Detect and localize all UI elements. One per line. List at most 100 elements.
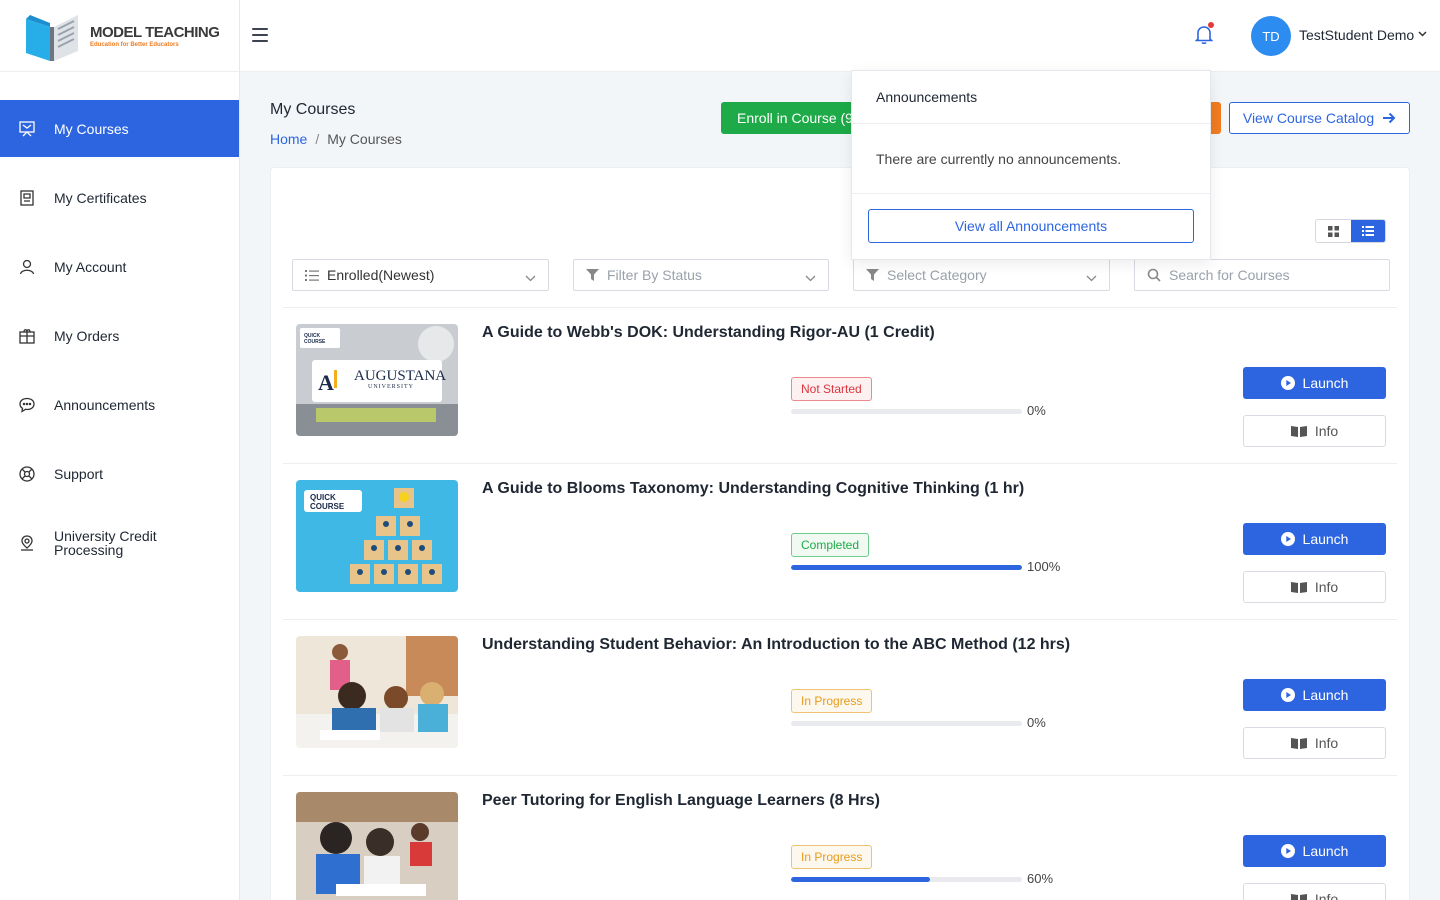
info-label: Info (1314, 891, 1339, 900)
progress-bar (791, 877, 1022, 882)
sort-select[interactable]: Enrolled(Newest) (292, 259, 549, 291)
course-title[interactable]: A Guide to Webb's DOK: Understanding Rig… (482, 324, 935, 342)
progress-percent: 100% (1027, 559, 1061, 574)
status-badge: In Progress (791, 689, 873, 713)
course-title[interactable]: Understanding Student Behavior: An Intro… (482, 636, 1070, 654)
chevron-down-icon (805, 269, 816, 285)
info-button[interactable]: Info (1243, 883, 1386, 900)
category-filter-placeholder: Select Category (887, 267, 987, 283)
list-view-button[interactable] (1350, 220, 1385, 242)
sidebar-item-announcements[interactable]: Announcements (0, 376, 239, 433)
course-title[interactable]: A Guide to Blooms Taxonomy: Understandin… (482, 480, 1024, 498)
chat-icon (18, 396, 36, 414)
list-icon (1361, 226, 1374, 236)
grid-view-button[interactable] (1316, 220, 1351, 242)
status-filter-select[interactable]: Filter By Status (573, 259, 829, 291)
book-open-icon (1290, 426, 1307, 437)
play-icon (1280, 376, 1295, 390)
info-button[interactable]: Info (1243, 727, 1386, 759)
progress-percent: 0% (1027, 715, 1046, 730)
breadcrumb-home-link[interactable]: Home (270, 131, 307, 147)
orders-icon (18, 327, 36, 345)
course-thumbnail[interactable]: A QUICK COURSE AUGUSTANA UNIVERSITY (296, 324, 458, 436)
notifications-bell-icon[interactable] (1194, 22, 1215, 46)
page-title: My Courses (270, 101, 356, 118)
course-thumbnail[interactable]: QUICK COURSE (296, 480, 458, 592)
view-all-announcements-button[interactable]: View all Announcements (868, 209, 1194, 243)
info-label: Info (1314, 423, 1339, 439)
view-toggle (1315, 219, 1386, 243)
course-thumbnail[interactable] (296, 636, 458, 748)
sidebar-item-label: Support (54, 465, 104, 482)
sidebar-item-label: My Account (54, 258, 127, 275)
course-row: Peer Tutoring for English Language Learn… (283, 776, 1397, 900)
search-icon (1147, 268, 1161, 282)
breadcrumb-current: My Courses (327, 131, 402, 147)
breadcrumb-separator: / (315, 131, 320, 147)
sidebar-item-my-orders[interactable]: My Orders (0, 307, 239, 364)
search-placeholder: Search for Courses (1169, 267, 1290, 283)
top-bar: TD TestStudent Demo (240, 0, 1440, 72)
announcements-empty-text: There are currently no announcements. (852, 124, 1210, 194)
sidebar-item-my-account[interactable]: My Account (0, 238, 239, 295)
support-icon (18, 465, 36, 483)
category-filter-select[interactable]: Select Category (853, 259, 1110, 291)
view-course-catalog-button[interactable]: View Course Catalog (1229, 102, 1410, 134)
info-button[interactable]: Info (1243, 571, 1386, 603)
course-thumbnail[interactable] (296, 792, 458, 900)
launch-button[interactable]: Launch (1243, 835, 1386, 867)
enroll-in-course-button[interactable]: Enroll in Course (9 (721, 102, 861, 134)
grid-icon (1327, 225, 1339, 237)
logo[interactable]: MODEL TEACHING Education for Better Educ… (0, 0, 239, 72)
sidebar-item-support[interactable]: Support (0, 445, 239, 502)
book-open-icon (1290, 738, 1307, 749)
announcements-dropdown: Announcements There are currently no ann… (851, 70, 1211, 260)
progress-fill (791, 877, 930, 882)
status-badge: Not Started (791, 377, 872, 401)
sidebar-item-label: My Courses (54, 120, 129, 137)
chevron-down-icon (1086, 269, 1097, 285)
launch-button[interactable]: Launch (1243, 679, 1386, 711)
info-button[interactable]: Info (1243, 415, 1386, 447)
launch-label: Launch (1302, 375, 1349, 391)
courses-card: Enrolled(Newest) Filter By Status Select… (270, 167, 1410, 900)
sidebar-item-my-certificates[interactable]: My Certificates (0, 169, 239, 226)
brand-title-a: MODEL (90, 23, 142, 41)
user-name[interactable]: TestStudent Demo (1299, 27, 1414, 43)
sidebar: MODEL TEACHING Education for Better Educ… (0, 0, 240, 900)
progress-fill (791, 565, 1022, 570)
play-icon (1280, 844, 1295, 858)
brand-tagline: Education for Better Educators (90, 41, 179, 48)
progress-bar (791, 565, 1022, 570)
search-courses-input[interactable]: Search for Courses (1134, 259, 1390, 291)
course-row: QUICK COURSE A Guide to Blooms Taxonomy:… (283, 464, 1397, 620)
thumb-brand-text: AUGUSTANA (354, 368, 447, 384)
launch-label: Launch (1302, 843, 1349, 859)
catalog-button-label: View Course Catalog (1242, 110, 1375, 126)
filter-icon (586, 269, 599, 281)
logo-book-icon (22, 9, 82, 63)
arrow-right-icon (1383, 112, 1396, 124)
sidebar-item-my-courses[interactable]: My Courses (0, 100, 239, 157)
filter-icon (866, 269, 879, 281)
sidebar-item-university-credit[interactable]: University Credit Processing (0, 514, 239, 571)
avatar[interactable]: TD (1251, 16, 1291, 56)
course-title[interactable]: Peer Tutoring for English Language Learn… (482, 792, 880, 810)
status-badge: Completed (791, 533, 870, 557)
breadcrumb: Home / My Courses (270, 131, 402, 147)
status-filter-placeholder: Filter By Status (607, 267, 702, 283)
chevron-down-icon[interactable] (1418, 29, 1427, 40)
user-icon (18, 258, 36, 276)
info-label: Info (1314, 579, 1339, 595)
sidebar-item-label: My Orders (54, 327, 120, 344)
launch-label: Launch (1302, 687, 1349, 703)
brand-title-b: TEACHING (145, 23, 220, 41)
book-open-icon (1290, 582, 1307, 593)
info-label: Info (1314, 735, 1339, 751)
launch-button[interactable]: Launch (1243, 367, 1386, 399)
chevron-down-icon (525, 269, 536, 285)
launch-button[interactable]: Launch (1243, 523, 1386, 555)
thumb-badge-text: QUICK COURSE (304, 333, 326, 345)
menu-toggle-icon[interactable] (252, 28, 268, 42)
list-sort-icon (305, 269, 319, 281)
